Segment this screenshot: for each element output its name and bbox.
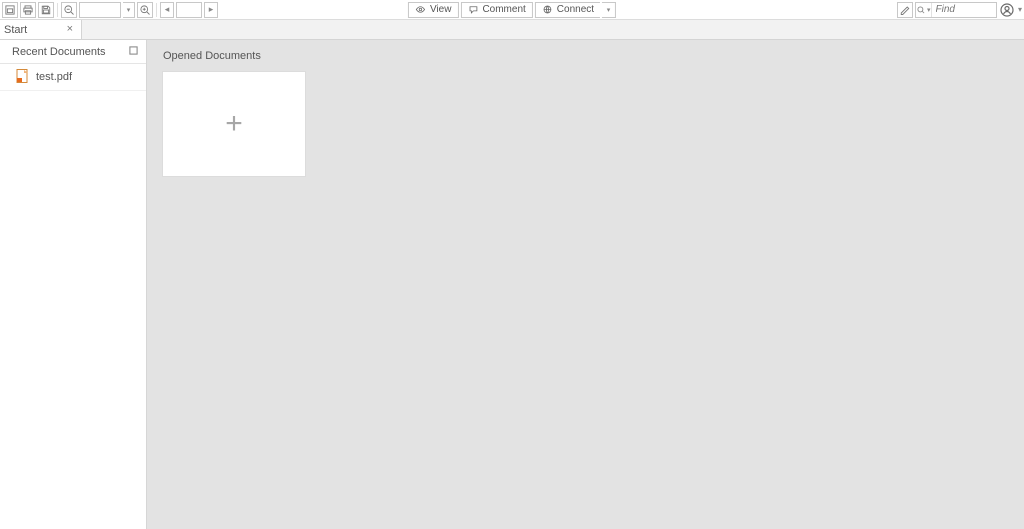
content-title: Opened Documents [163,50,1008,62]
print-button[interactable] [20,2,36,18]
tab-start-label: Start [4,24,27,36]
plus-icon: + [225,109,243,139]
tab-close-button[interactable]: × [67,24,73,35]
sidebar-header-label: Recent Documents [12,46,106,58]
pdf-icon [16,69,30,85]
next-page-button[interactable]: ▸ [204,2,218,18]
mode-dropdown[interactable]: ▾ [602,2,616,18]
tab-strip: Start × [0,20,1024,40]
mode-comment-label: Comment [482,4,525,15]
sidebar: Recent Documents test.pdf [0,40,147,529]
zoom-in-button[interactable] [137,2,153,18]
recent-item[interactable]: test.pdf [0,64,146,91]
mode-switcher: View Comment Connect ▾ [408,2,616,18]
top-toolbar: ▾ ◂ ▸ View Comment [0,0,1024,20]
mode-connect-label: Connect [557,4,594,15]
mode-view-label: View [430,4,452,15]
page-input[interactable] [176,2,202,18]
main-area: Recent Documents test.pdf Opened Documen… [0,40,1024,529]
user-menu-caret[interactable]: ▾ [1018,5,1022,14]
mode-comment-button[interactable]: Comment [460,2,532,18]
sidebar-header: Recent Documents [0,40,146,64]
zoom-input[interactable] [79,2,121,18]
toolbar-left-group: ▾ ◂ ▸ [2,2,218,18]
mode-view-button[interactable]: View [408,2,459,18]
zoom-out-button[interactable] [61,2,77,18]
recent-item-label: test.pdf [36,71,72,83]
toolbar-right-group: ▾ ▾ [897,2,1022,18]
sign-button[interactable] [897,2,913,18]
open-document-tile[interactable]: + [163,72,305,176]
open-button[interactable] [2,2,18,18]
search-icon: ▾ [916,3,932,17]
save-button[interactable] [38,2,54,18]
mode-connect-button[interactable]: Connect [535,2,600,18]
prev-page-button[interactable]: ◂ [160,2,174,18]
zoom-dropdown[interactable]: ▾ [123,2,135,18]
content-area: Opened Documents + [147,40,1024,529]
find-input[interactable] [932,4,996,15]
find-field[interactable]: ▾ [915,2,997,18]
tab-start[interactable]: Start × [0,20,82,39]
user-menu-button[interactable] [999,2,1015,18]
expand-icon[interactable] [129,46,138,58]
